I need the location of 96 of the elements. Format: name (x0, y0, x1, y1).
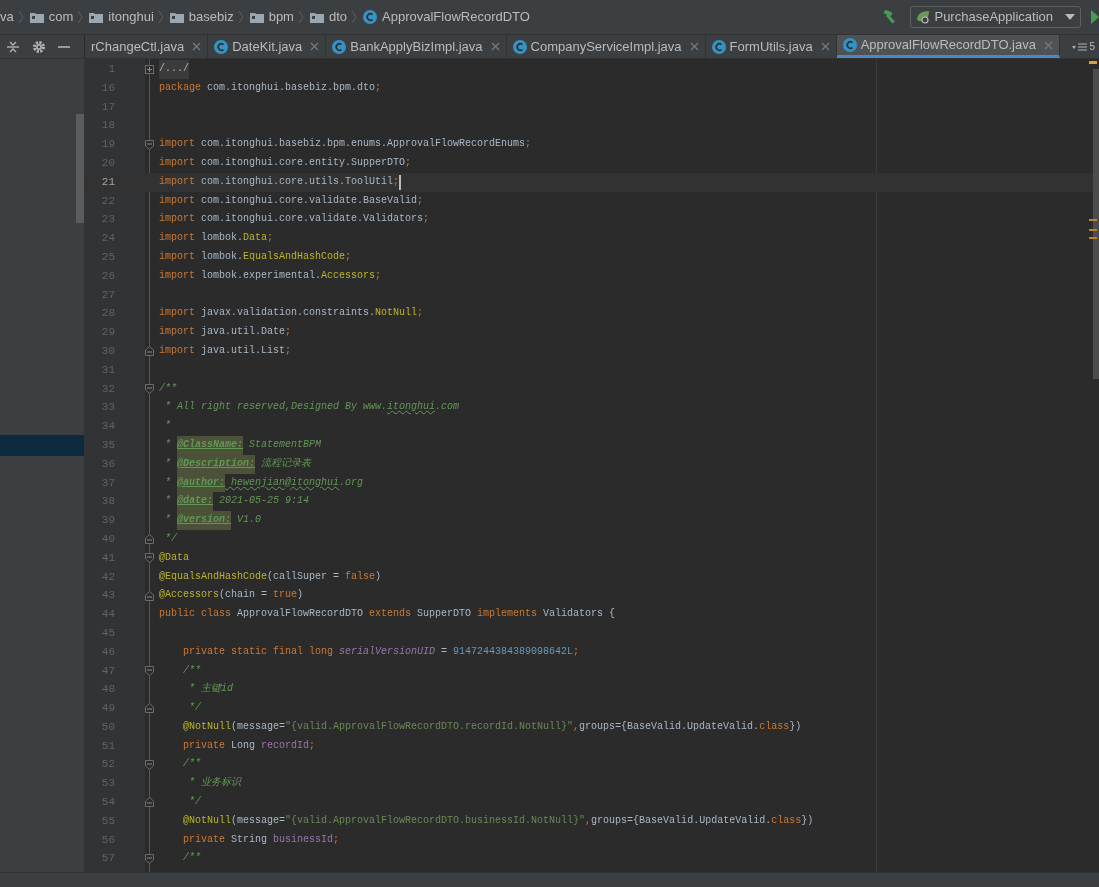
breadcrumb[interactable]: va (0, 7, 14, 27)
code-line: * @ClassName: StatementBPM (159, 435, 322, 455)
class-icon (842, 38, 857, 52)
chevron-icon (351, 10, 358, 24)
dropdown-caret-icon (1065, 14, 1075, 20)
chevron-icon (157, 10, 164, 24)
scrollbar-thumb[interactable] (76, 114, 84, 223)
editor-tab[interactable]: BankApplyBizImpl.java (326, 35, 507, 58)
code-line: * @date: 2021-05-25 9:14 (159, 492, 310, 512)
code-line: */ (164, 531, 177, 546)
folder-icon (89, 11, 104, 23)
close-icon[interactable] (820, 42, 830, 51)
leaf-gear-icon (916, 10, 931, 24)
code-line: @NotNull(message="{valid.ApprovalFlowRecordDTO.businessId.NotNull}",groups={BaseValid.UpdateValid.class}) (182, 813, 814, 828)
class-icon (512, 39, 527, 54)
editor-tab[interactable]: ApprovalFlowRecordDTO.java (836, 35, 1060, 58)
breadcrumb[interactable]: basebiz (169, 7, 234, 27)
breadcrumb[interactable]: dto (309, 7, 348, 27)
chevron-icon (237, 10, 244, 24)
hidden-tabs-button[interactable]: 5 (1068, 35, 1099, 58)
code-line: import com.itonghui.core.validate.BaseValid; (159, 193, 424, 208)
collapse-fold-icon[interactable] (144, 534, 154, 545)
class-icon (711, 39, 726, 54)
close-icon[interactable] (490, 42, 500, 51)
folder-icon (169, 11, 184, 23)
folder-icon (249, 11, 264, 23)
code-line: * 业务标识 (188, 775, 241, 791)
run-icon[interactable] (1091, 10, 1099, 24)
code-line: import lombok.Data; (159, 231, 274, 246)
code-line: @Data (159, 550, 189, 565)
code-line: * (164, 419, 171, 434)
code-line: /** (182, 851, 201, 866)
collapse-fold-icon[interactable] (144, 665, 154, 676)
breadcrumb[interactable]: itonghui (89, 7, 154, 27)
collapse-fold-icon[interactable] (144, 553, 154, 564)
code-line: * All right reserved,Designed By www.itonghui.com (164, 400, 460, 415)
folder-icon (29, 11, 44, 23)
collapse-fold-icon[interactable] (144, 797, 154, 808)
folder-icon (309, 11, 324, 23)
run-configuration-dropdown[interactable]: PurchaseApplication (910, 6, 1081, 28)
collapse-all-icon[interactable] (6, 39, 20, 54)
code-line: * @author: hewenjian@itonghui.org (159, 473, 364, 493)
editor-tab[interactable]: rChangeCtl.java (85, 35, 209, 58)
code-line: import javax.validation.constraints.NotNull; (159, 306, 424, 321)
breadcrumb[interactable]: com (29, 7, 74, 27)
code-line: @NotNull(message="{valid.ApprovalFlowRecordDTO.recordId.NotNull}",groups={BaseValid.UpdateValid.class}) (182, 719, 802, 734)
code-line: private static final long serialVersionUID = 9147244384389098642L; (182, 644, 580, 659)
class-icon (214, 39, 229, 54)
code-line: import java.util.Date; (159, 325, 292, 340)
class-icon (332, 39, 347, 54)
collapse-fold-icon[interactable] (144, 759, 154, 770)
chevron-icon (17, 10, 24, 24)
class-icon (363, 10, 378, 24)
code-line: */ (188, 795, 201, 810)
code-line: * 主键id (188, 681, 233, 697)
code-line: import lombok.experimental.Accessors; (159, 268, 382, 283)
collapse-fold-icon[interactable] (144, 853, 154, 864)
collapse-fold-icon[interactable] (144, 590, 154, 601)
collapse-fold-icon[interactable] (144, 383, 154, 394)
code-line: */ (188, 701, 201, 716)
scrollbar-thumb[interactable] (1093, 69, 1099, 379)
code-line: import com.itonghui.core.entity.SupperDTO; (159, 156, 412, 170)
close-icon[interactable] (310, 42, 320, 51)
code-line: private String businessId; (182, 832, 340, 847)
editor-tab[interactable]: FormUtils.java (705, 35, 837, 58)
code-line: @EqualsAndHashCode(callSuper = false) (159, 569, 382, 584)
code-line: import com.itonghui.core.utils.ToolUtil; (159, 174, 400, 189)
code-line: /** (159, 381, 177, 396)
error-stripe-mark (1089, 61, 1097, 64)
close-icon[interactable] (1044, 40, 1053, 50)
settings-icon[interactable] (32, 39, 46, 54)
chevron-icon (297, 10, 304, 24)
expand-fold-icon[interactable] (144, 64, 154, 74)
code-line: import com.itonghui.basebiz.bpm.enums.ApprovalFlowRecordEnums; (159, 137, 532, 152)
code-line: import java.util.List; (159, 343, 292, 358)
code-line: package com.itonghui.basebiz.bpm.dto; (159, 80, 382, 95)
editor-tab[interactable]: CompanyServiceImpl.java (506, 35, 706, 58)
code-line: import com.itonghui.core.validate.Validators; (159, 212, 430, 227)
code-line: /** (182, 663, 201, 678)
line-number: 21 (100, 174, 115, 190)
collapse-fold-icon[interactable] (144, 346, 154, 357)
text-cursor (399, 174, 402, 190)
code-line: import lombok.EqualsAndHashCode; (159, 249, 352, 264)
chevron-icon (77, 10, 84, 24)
collapse-fold-icon[interactable] (144, 703, 154, 714)
breadcrumb[interactable]: bpm (249, 7, 294, 27)
list-icon (1072, 41, 1089, 52)
breadcrumb[interactable]: ApprovalFlowRecordDTO (363, 7, 530, 27)
code-line: /** (182, 757, 201, 772)
code-line: public class ApprovalFlowRecordDTO extends SupperDTO implements Validators { (159, 607, 616, 622)
code-line: private Long recordId; (182, 738, 316, 753)
close-icon[interactable] (192, 42, 202, 51)
editor-tab[interactable]: DateKit.java (208, 35, 327, 58)
code-line: @Accessors(chain = true) (159, 588, 304, 603)
collapse-fold-icon[interactable] (144, 139, 154, 150)
close-icon[interactable] (689, 42, 699, 51)
